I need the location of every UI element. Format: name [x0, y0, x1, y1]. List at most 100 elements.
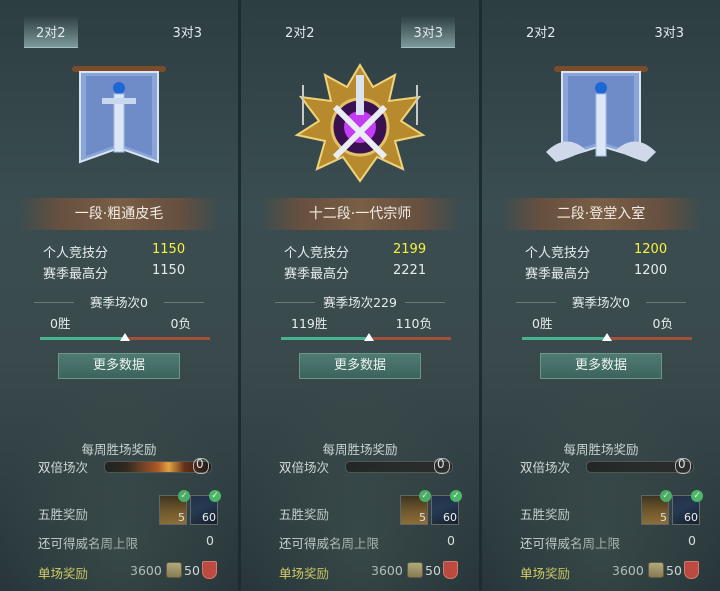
double-count: 0: [437, 457, 445, 471]
chest-reward-icon[interactable]: 5 ✓: [641, 490, 672, 525]
sword-reward-icon[interactable]: 60 ✓: [190, 490, 221, 525]
check-icon: ✓: [450, 490, 462, 502]
weekly-limit-row: 还可得威名周上限 0: [241, 529, 479, 551]
coin-icon: [648, 562, 664, 578]
double-matches-row: 双倍场次 0: [482, 455, 720, 477]
blue-sword-banner-icon: [72, 66, 166, 164]
single-reward-label: 单场奖励: [520, 566, 571, 581]
sword-reward-icon[interactable]: 60 ✓: [672, 490, 703, 525]
five-win-row: 五胜奖励 5 ✓ 60 ✓: [0, 490, 238, 527]
double-matches-label: 双倍场次: [279, 460, 330, 475]
personal-score-value: 1200: [634, 242, 668, 257]
losses-count: 0负: [170, 316, 191, 331]
check-icon: ✓: [660, 490, 672, 502]
shield-icon: [684, 561, 699, 579]
double-count: 0: [196, 457, 204, 471]
ratio-marker-icon: [364, 333, 374, 341]
season-matches: 赛季场次0: [0, 292, 238, 312]
sword-count: 60: [443, 511, 457, 524]
season-best-row: 赛季最高分 2221: [241, 261, 479, 282]
ratio-marker-icon: [120, 333, 130, 341]
tab-3v3[interactable]: 3对3: [401, 16, 455, 48]
rank-title: 二段·登堂入室: [501, 198, 701, 230]
weekly-limit-value: 0: [447, 533, 455, 548]
weekly-limit-value: 0: [688, 533, 696, 548]
season-best-value: 1150: [152, 263, 186, 278]
gold-crest-icon: [294, 63, 426, 183]
win-loss-row: 119胜 110负: [241, 312, 479, 331]
season-best-value: 2221: [393, 263, 427, 278]
sword-count: 60: [202, 511, 216, 524]
win-ratio-bar: [40, 333, 210, 345]
single-reward-amount: 3600: [612, 563, 644, 578]
sword-reward-icon[interactable]: 60 ✓: [431, 490, 462, 525]
arena-panel-2: 2对2 3对3 二段·登堂入室 个人竞技分 1200 赛季最高分 1200 赛季…: [482, 0, 720, 591]
more-data-button[interactable]: 更多数据: [540, 353, 662, 379]
win-bar: [522, 337, 607, 340]
tab-2v2[interactable]: 2对2: [285, 22, 315, 41]
check-icon: ✓: [691, 490, 703, 502]
season-best-label: 赛季最高分: [525, 267, 591, 282]
rank-emblem: [482, 52, 720, 192]
single-reward-label: 单场奖励: [279, 566, 330, 581]
tab-3v3[interactable]: 3对3: [172, 22, 202, 41]
five-win-label: 五胜奖励: [520, 507, 571, 522]
arena-screen: 2对2 3对3 一段·粗通皮毛 个人竞技分 1150 赛季最高分 1150 赛季…: [0, 0, 720, 591]
personal-score-value: 2199: [393, 242, 427, 257]
single-reward-amount2: 50: [425, 563, 441, 578]
double-matches-label: 双倍场次: [38, 460, 89, 475]
more-data-button[interactable]: 更多数据: [58, 353, 180, 379]
check-icon: ✓: [178, 490, 190, 502]
more-data-button[interactable]: 更多数据: [299, 353, 421, 379]
chest-count: 5: [178, 511, 185, 524]
weekly-limit-label: 还可得威名周上限: [520, 536, 621, 551]
weekly-limit-value: 0: [206, 533, 214, 548]
season-best-label: 赛季最高分: [284, 267, 350, 282]
five-win-row: 五胜奖励 5 ✓ 60 ✓: [482, 490, 720, 527]
chest-count: 5: [419, 511, 426, 524]
weekly-limit-label: 还可得威名周上限: [38, 536, 139, 551]
tab-2v2[interactable]: 2对2: [526, 22, 556, 41]
win-loss-row: 0胜 0负: [0, 312, 238, 331]
mode-tabs: 2对2 3对3: [482, 0, 720, 52]
losses-count: 110负: [395, 316, 432, 331]
five-win-label: 五胜奖励: [38, 507, 89, 522]
chest-reward-icon[interactable]: 5 ✓: [159, 490, 190, 525]
sword-count: 60: [684, 511, 698, 524]
rank-emblem: [241, 52, 479, 192]
shield-icon: [443, 561, 458, 579]
win-bar: [40, 337, 125, 340]
win-ratio-bar: [281, 333, 451, 345]
check-icon: ✓: [419, 490, 431, 502]
season-matches: 赛季场次229: [241, 292, 479, 312]
mode-tabs: 2对2 3对3: [241, 0, 479, 52]
single-reward-amount: 3600: [130, 563, 162, 578]
weekly-reward-title: 每周胜场奖励: [563, 442, 639, 457]
single-reward-row: 单场奖励 3600 50: [482, 557, 720, 581]
weekly-limit-label: 还可得威名周上限: [279, 536, 380, 551]
arena-panel-0: 2对2 3对3 一段·粗通皮毛 个人竞技分 1150 赛季最高分 1150 赛季…: [0, 0, 238, 591]
loss-bar: [125, 337, 210, 340]
rank-title: 十二段·一代宗师: [260, 198, 460, 230]
single-reward-row: 单场奖励 3600 50: [241, 557, 479, 581]
chest-count: 5: [660, 511, 667, 524]
weekly-reward-title: 每周胜场奖励: [81, 442, 157, 457]
wins-count: 0胜: [532, 316, 553, 331]
losses-count: 0负: [652, 316, 673, 331]
win-bar: [281, 337, 369, 340]
double-matches-row: 双倍场次 0: [0, 455, 238, 477]
double-matches-row: 双倍场次 0: [241, 455, 479, 477]
tab-3v3[interactable]: 3对3: [654, 22, 684, 41]
personal-score-row: 个人竞技分 1150: [0, 240, 238, 261]
personal-score-value: 1150: [152, 242, 186, 257]
coin-icon: [407, 562, 423, 578]
chest-reward-icon[interactable]: 5 ✓: [400, 490, 431, 525]
loss-bar: [369, 337, 451, 340]
single-reward-amount: 3600: [371, 563, 403, 578]
five-win-label: 五胜奖励: [279, 507, 330, 522]
season-matches: 赛季场次0: [482, 292, 720, 312]
season-best-label: 赛季最高分: [43, 267, 109, 282]
single-reward-amount2: 50: [666, 563, 682, 578]
tab-2v2[interactable]: 2对2: [24, 16, 78, 48]
arena-panel-1: 2对2 3对3 十二段·一代宗师 个人竞技分 2199 赛季最高分 2221 赛…: [241, 0, 479, 591]
